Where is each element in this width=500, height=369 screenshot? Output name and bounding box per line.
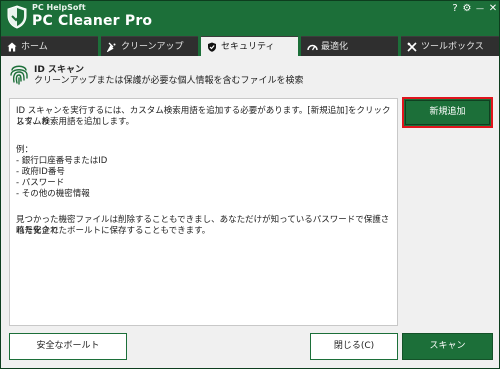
tools-icon (407, 42, 417, 52)
tab-home[interactable]: ホーム (1, 36, 98, 56)
example-item: - 政府ID番号 (16, 167, 65, 177)
gear-icon[interactable]: ⚙ (461, 3, 473, 15)
tab-label: ホーム (21, 42, 48, 52)
example-item: - その他の機密情報 (16, 189, 90, 199)
intro-line-2: スタム検索用語を追加します。 (16, 117, 135, 127)
section-header: ID スキャン クリーンアップまたは保護が必要な個人情報を含むファイルを検索 (0, 56, 500, 90)
title-bar: PC HelpSoft PC Cleaner Pro ? ⚙ — ✕ (0, 0, 500, 34)
close-icon[interactable]: ✕ (487, 3, 499, 15)
tab-security[interactable]: セキュリティ (201, 36, 298, 56)
scan-button[interactable]: スキャン (402, 333, 493, 360)
example-item: - 銀行口座番号またはID (16, 156, 108, 166)
add-new-button[interactable]: 新規追加 (402, 97, 493, 128)
shield-icon (208, 42, 216, 52)
tab-cleanup[interactable]: クリーンアップ (101, 36, 198, 56)
example-item: - パスワード (16, 178, 65, 188)
home-icon (7, 42, 17, 52)
info-text-panel: ID スキャンを実行するには、カスタム検索用語を追加する必要があります。[新規追… (9, 98, 398, 326)
fingerprint-icon (10, 65, 28, 85)
example-heading: 例： (16, 145, 34, 155)
tab-label: 最適化 (321, 42, 349, 52)
help-icon[interactable]: ? (449, 3, 461, 15)
close-button[interactable]: 閉じる(C) (310, 333, 398, 360)
add-new-label: 新規追加 (429, 107, 466, 117)
main-tabs: ホーム クリーンアップ セキュリティ 最適化 ツールボックス (0, 34, 500, 56)
tab-label: ツールボックス (421, 42, 484, 52)
tab-toolbox[interactable]: ツールボックス (401, 36, 499, 56)
outro-line-2: 暗号化されたボールトに保存することもできます。 (16, 226, 211, 236)
cleanup-icon (107, 42, 116, 52)
vendor-name: PC HelpSoft (32, 3, 86, 12)
tab-optimize[interactable]: 最適化 (301, 36, 398, 56)
minimize-icon[interactable]: — (474, 3, 486, 15)
shield-logo-icon (7, 5, 27, 29)
tab-label: クリーンアップ (121, 42, 184, 52)
speedometer-icon (307, 44, 318, 51)
app-window: PC HelpSoft PC Cleaner Pro ? ⚙ — ✕ ホーム ク… (0, 0, 500, 369)
app-name: PC Cleaner Pro (32, 13, 153, 29)
tab-label: セキュリティ (221, 42, 275, 52)
section-subtitle: クリーンアップまたは保護が必要な個人情報を含むファイルを検索 (34, 76, 304, 86)
secure-vault-button[interactable]: 安全なボールト (9, 333, 127, 360)
